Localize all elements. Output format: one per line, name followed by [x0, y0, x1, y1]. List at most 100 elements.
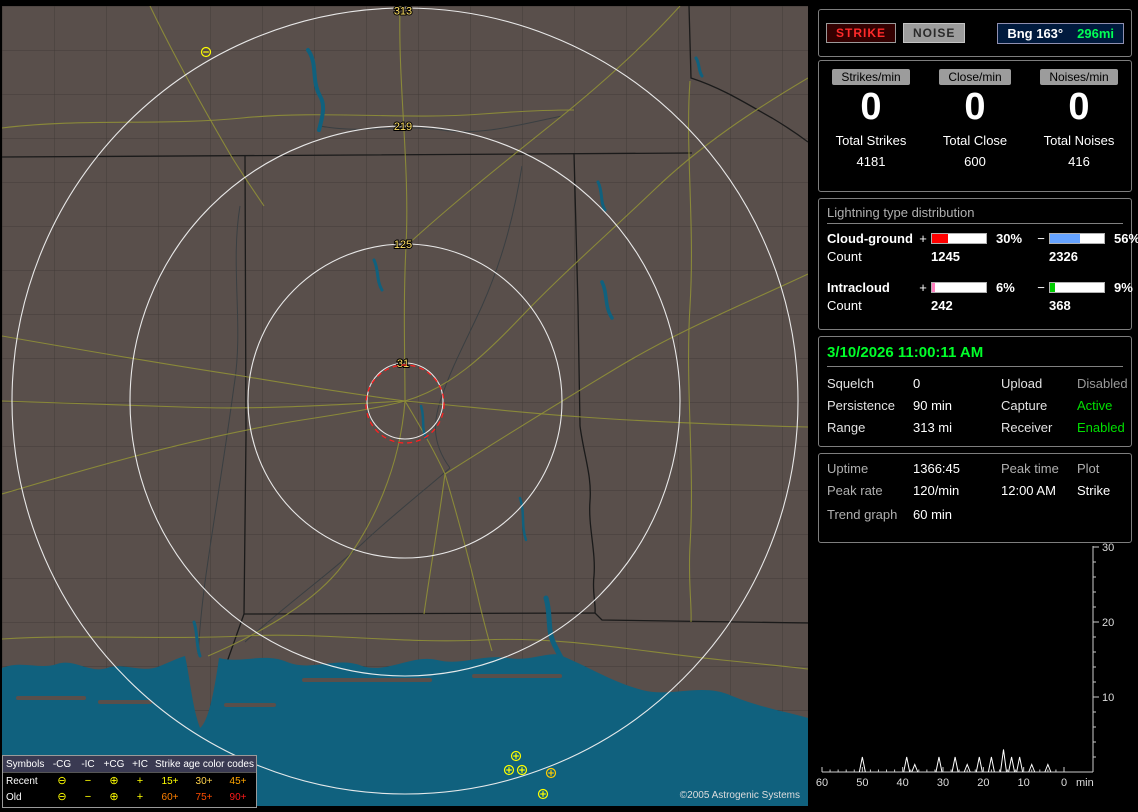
noises-rate-column: Noises/min 0 Total Noises 416 [1027, 61, 1131, 191]
bearing-readout: Bng 163° 296mi [997, 22, 1124, 44]
status-grid: Squelch 0 Upload Disabled Persistence 90… [827, 376, 1128, 435]
pos-cg-icon: ⊕ [109, 790, 119, 803]
squelch-label: Squelch [827, 376, 874, 391]
status-panel: 3/10/2026 11:00:11 AM Squelch 0 Upload D… [818, 336, 1132, 447]
cg-positive-pct: 30% [996, 231, 1023, 246]
legend-col-pos-ic: +IC [132, 758, 148, 770]
svg-text:min: min [1076, 777, 1094, 789]
legend-row-old: Old ⊖ − ⊕ + 60+ 75+ 90+ [3, 789, 256, 805]
intracloud-count-row: Count 242 368 [827, 298, 1123, 313]
svg-text:50: 50 [856, 777, 868, 789]
svg-text:10: 10 [1018, 777, 1030, 789]
ring-label-219: 219 [394, 121, 412, 133]
count-label: Count [827, 298, 862, 313]
legend-col-neg-ic: -IC [81, 758, 95, 770]
total-strikes-value: 4181 [856, 153, 886, 169]
intracloud-row: Intracloud + 6% − 9% [827, 280, 1133, 295]
distribution-title: Lightning type distribution [827, 205, 1123, 224]
ic-negative-count: 368 [1049, 298, 1071, 313]
legend-age-header: Strike age color codes [155, 758, 254, 770]
age-45: 45+ [229, 775, 247, 787]
datetime-display: 3/10/2026 11:00:11 AM [827, 341, 1123, 367]
cg-positive-bar [931, 233, 987, 244]
bearing-range-value: 296mi [1077, 25, 1114, 41]
svg-text:0: 0 [1061, 777, 1067, 789]
age-60: 60+ [161, 791, 179, 803]
close-rate-column: Close/min 0 Total Close 600 [923, 61, 1027, 191]
capture-label: Capture [1001, 398, 1048, 413]
svg-text:30: 30 [937, 777, 949, 789]
receiver-label: Receiver [1001, 420, 1053, 435]
noise-indicator-button[interactable]: NOISE [903, 23, 966, 43]
count-label: Count [827, 249, 862, 264]
cg-positive-count: 1245 [931, 249, 960, 264]
trend-graph-row: Trend graph 60 min [827, 507, 1123, 522]
distribution-panel: Lightning type distribution Cloud-ground… [818, 198, 1138, 330]
legend-symbols-header: Symbols [6, 758, 45, 770]
noises-per-min-value: 0 [1068, 86, 1090, 128]
strikes-per-min-button[interactable]: Strikes/min [832, 69, 910, 85]
peak-time-value: 12:00 AM [1001, 483, 1056, 498]
bearing-label: Bng 163° [1007, 25, 1064, 41]
persistence-label: Persistence [827, 398, 895, 413]
ic-positive-bar-fill [932, 283, 936, 292]
range-value: 313 mi [913, 420, 953, 435]
svg-text:30: 30 [1102, 542, 1114, 554]
copyright-text: ©2005 Astrogenic Systems [679, 790, 800, 801]
svg-text:20: 20 [1102, 617, 1114, 629]
age-30: 30+ [195, 775, 213, 787]
legend-recent-label: Recent [6, 775, 38, 787]
total-close-label: Total Close [942, 132, 1008, 148]
upload-label: Upload [1001, 376, 1043, 391]
ring-label-125: 125 [394, 239, 412, 251]
ic-positive-bar [931, 282, 987, 293]
ic-positive-pct: 6% [996, 280, 1015, 295]
ic-negative-pct: 9% [1114, 280, 1133, 295]
trend-graph: 10 20 30 60 50 40 30 20 10 0 min [816, 542, 1114, 789]
ic-positive-count: 242 [931, 298, 953, 313]
total-close-value: 600 [964, 153, 986, 169]
peak-rate-label: Peak rate [827, 483, 883, 498]
rates-panel: Strikes/min 0 Total Strikes 4181 Close/m… [818, 60, 1132, 192]
map-view[interactable]: 313 219 125 31 Symbols -CG -IC +CG +IC S… [2, 6, 808, 808]
legend-header: Symbols -CG -IC +CG +IC Strike age color… [3, 756, 256, 773]
ic-negative-bar-fill [1050, 283, 1055, 292]
pos-cg-icon: ⊕ [109, 774, 119, 787]
svg-text:60: 60 [816, 777, 828, 789]
total-noises-label: Total Noises [1043, 132, 1115, 148]
close-per-min-button[interactable]: Close/min [939, 69, 1011, 85]
cg-negative-count: 2326 [1049, 249, 1078, 264]
minus-sign: − [1037, 231, 1045, 246]
legend-row-recent: Recent ⊖ − ⊕ + 15+ 30+ 45+ [3, 773, 256, 789]
map-legend: Symbols -CG -IC +CG +IC Strike age color… [2, 755, 257, 808]
ring-label-313: 313 [394, 6, 412, 18]
trend-graph-label: Trend graph [827, 507, 898, 522]
upload-status: Disabled [1077, 376, 1128, 391]
svg-text:40: 40 [897, 777, 909, 789]
legend-col-pos-cg: +CG [103, 758, 125, 770]
sidebar: STRIKE NOISE Bng 163° 296mi Strikes/min … [814, 0, 1138, 812]
svg-text:10: 10 [1102, 692, 1114, 704]
neg-cg-icon: ⊖ [57, 774, 67, 787]
strikes-per-min-value: 0 [860, 86, 882, 128]
cloud-ground-row: Cloud-ground + 30% − 56% [827, 231, 1138, 246]
app-window: 313 219 125 31 Symbols -CG -IC +CG +IC S… [0, 0, 1138, 812]
capture-status: Active [1077, 398, 1113, 413]
range-label: Range [827, 420, 866, 435]
svg-text:20: 20 [977, 777, 989, 789]
intracloud-label: Intracloud [827, 280, 890, 295]
ic-negative-bar [1049, 282, 1105, 293]
age-75: 75+ [195, 791, 213, 803]
cg-positive-bar-fill [932, 234, 949, 243]
plot-value: Strike [1077, 483, 1111, 498]
total-strikes-label: Total Strikes [835, 132, 907, 148]
neg-cg-icon: ⊖ [57, 790, 67, 803]
strike-indicator-button[interactable]: STRIKE [826, 23, 897, 43]
age-90: 90+ [229, 791, 247, 803]
lightning-map[interactable]: 313 219 125 31 [2, 6, 808, 806]
pos-ic-icon: + [136, 790, 144, 803]
noises-per-min-button[interactable]: Noises/min [1040, 69, 1118, 85]
cg-negative-pct: 56% [1114, 231, 1138, 246]
plus-sign: + [919, 280, 927, 295]
uptime-value: 1366:45 [913, 461, 960, 476]
